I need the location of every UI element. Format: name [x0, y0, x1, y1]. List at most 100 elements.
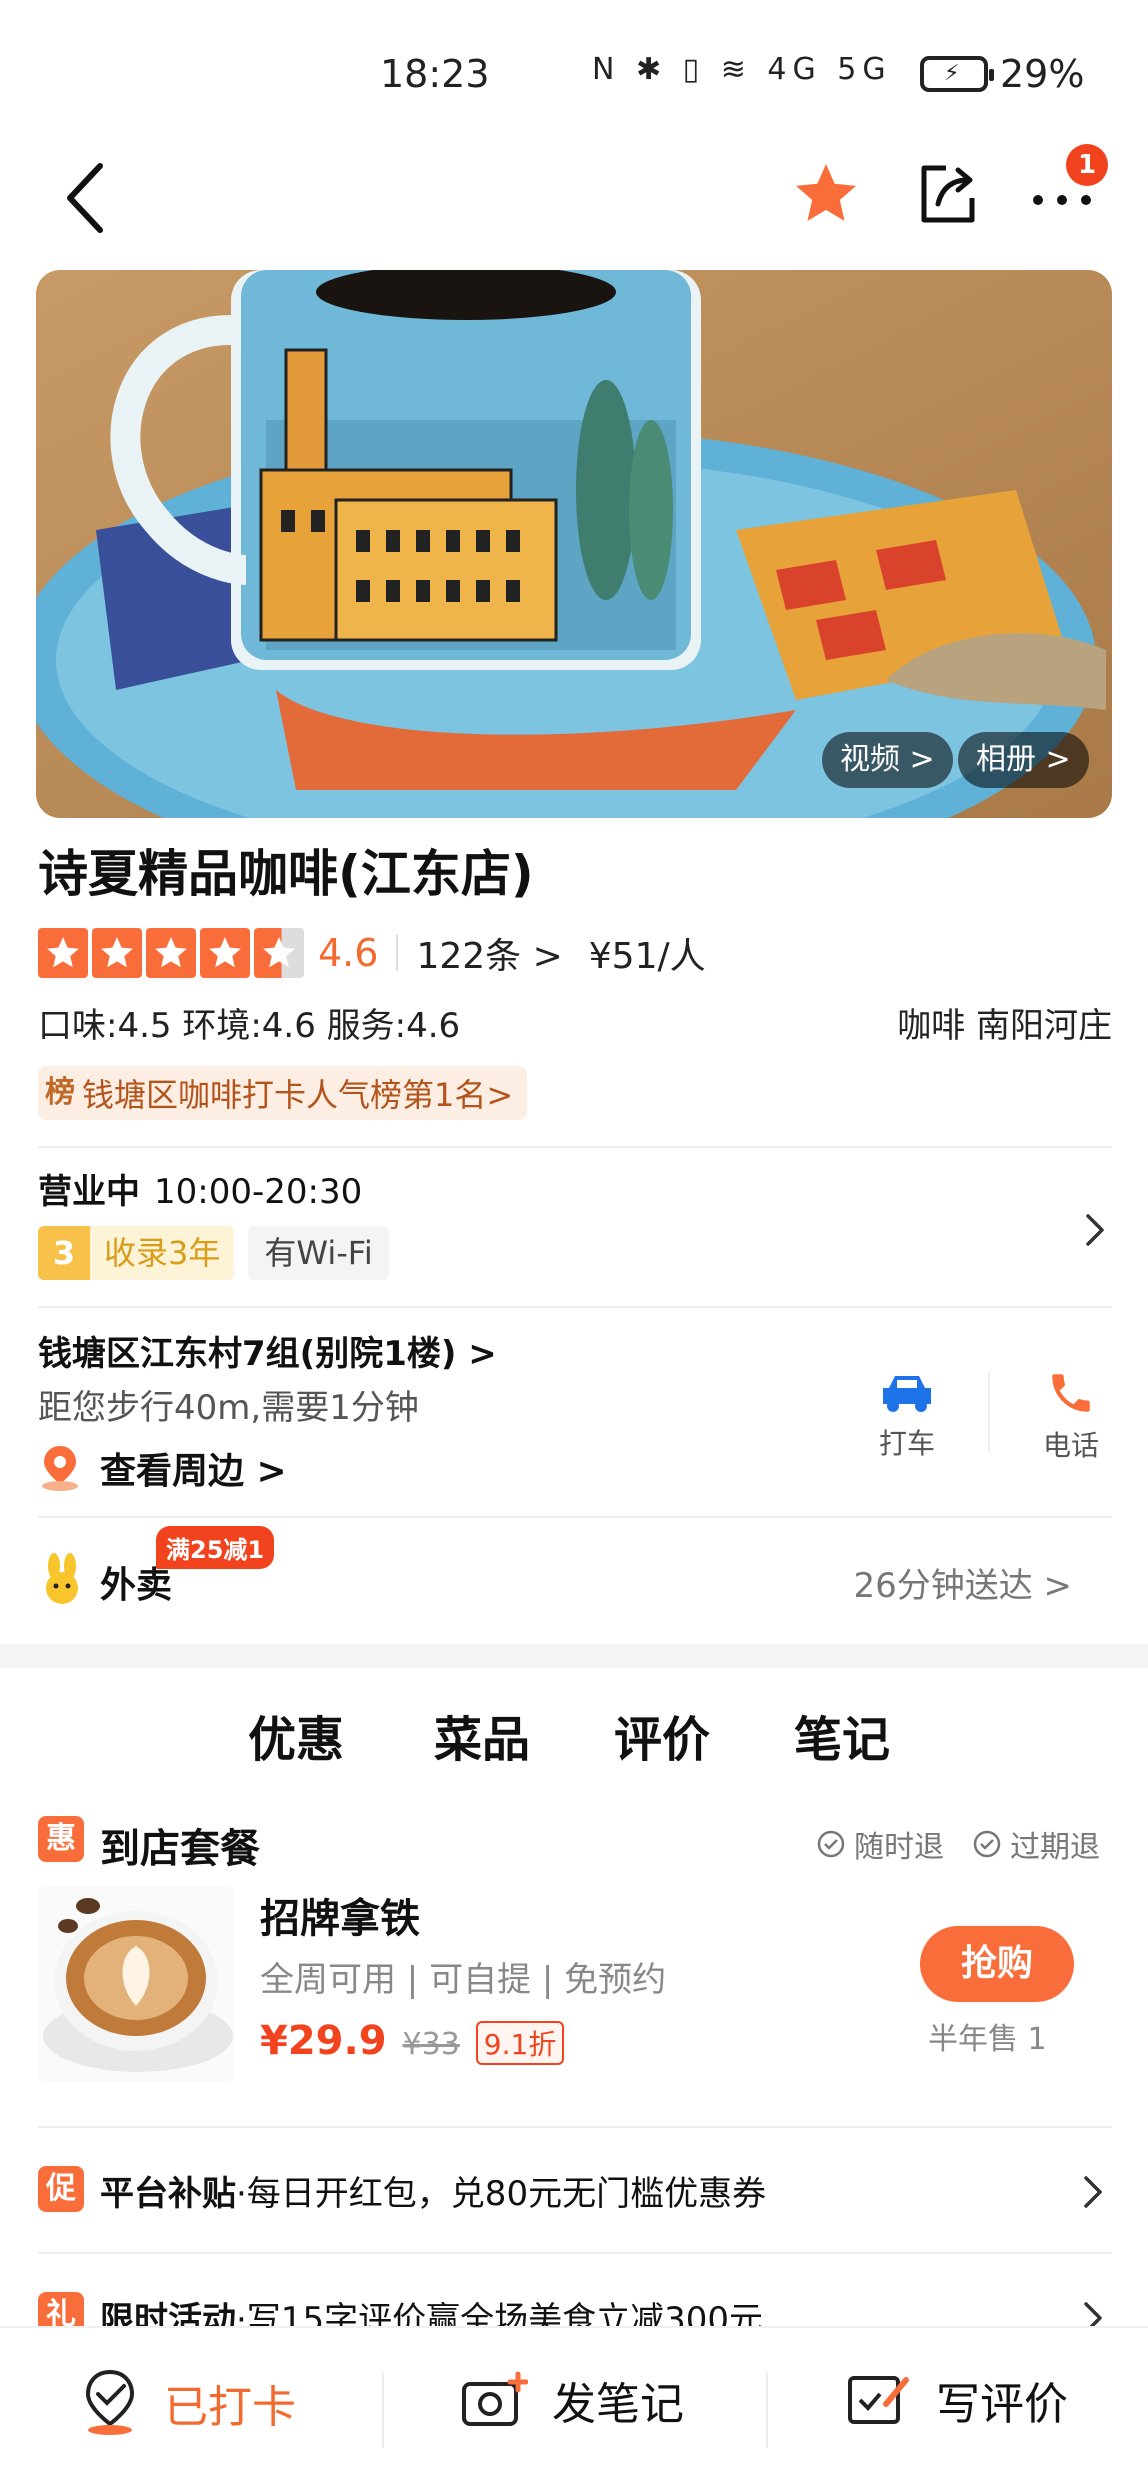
chevron-left-icon[interactable] — [56, 160, 116, 236]
share-icon[interactable] — [912, 158, 984, 230]
package-title: 到店套餐 — [100, 1826, 260, 1872]
tab-notes[interactable]: 笔记 — [794, 1700, 890, 1770]
buy-button[interactable]: 抢购 — [920, 1926, 1074, 2002]
star-icon — [92, 928, 142, 978]
delivery-row[interactable]: 外卖 满25减1 26分钟送达 > — [38, 1526, 1112, 1612]
promo-icon: 促 — [38, 2166, 84, 2212]
checkin-icon — [85, 2369, 135, 2435]
section-gap — [0, 1644, 1148, 1668]
post-note-button[interactable]: 发笔记 — [460, 2368, 684, 2432]
deal-price-row: ¥29.9 ¥33 9.1折 — [260, 2018, 565, 2065]
camera-plus-icon — [462, 2371, 528, 2426]
edit-review-icon — [848, 2376, 909, 2424]
latte-photo[interactable] — [38, 1886, 234, 2082]
status-icons: N ✱ ▯ ≋ 4G 5G — [592, 52, 892, 87]
tab-dishes[interactable]: 菜品 — [434, 1700, 530, 1770]
post-note-label: 发笔记 — [552, 2379, 684, 2430]
refund-anytime: 随时退 — [816, 1822, 944, 1866]
shop-name: 诗夏精品咖啡(江东店) — [38, 845, 534, 903]
car-icon — [883, 1376, 931, 1412]
battery-percent: 29% — [1000, 52, 1085, 96]
half-star-icon — [254, 928, 304, 978]
deal-price: ¥29.9 — [260, 2018, 387, 2064]
taxi-label: 打车 — [878, 1427, 935, 1460]
divider — [38, 1516, 1112, 1518]
star-icon[interactable] — [790, 158, 862, 230]
top-nav — [0, 140, 1148, 250]
write-review-label: 写评价 — [936, 2379, 1068, 2430]
years-text: 收录3年 — [104, 1234, 221, 1272]
phone-button[interactable]: 电话 — [1016, 1368, 1126, 1464]
star-icon — [146, 928, 196, 978]
review-count-link[interactable]: 122条 > — [416, 927, 562, 979]
phone-icon — [1052, 1374, 1090, 1412]
shop-photo[interactable]: 视频 > 相册 > — [36, 270, 1112, 818]
divider — [38, 1146, 1112, 1148]
years-tag: 3 收录3年 — [38, 1226, 235, 1280]
star-icon — [38, 928, 88, 978]
video-button[interactable]: 视频 > — [822, 732, 953, 788]
notification-badge: 1 — [1066, 144, 1108, 186]
taxi-button[interactable]: 打车 — [852, 1368, 962, 1462]
deal-name[interactable]: 招牌拿铁 — [260, 1886, 420, 1944]
feature-tags: 3 收录3年 有Wi-Fi — [38, 1226, 389, 1280]
business-hours[interactable]: 营业中 10:00-20:30 — [38, 1164, 362, 1213]
phone-label: 电话 — [1042, 1429, 1099, 1462]
promo-text: 平台补贴·每日开红包，兑80元无门槛优惠券 — [100, 2166, 766, 2215]
chevron-right-icon — [1084, 2176, 1102, 2208]
divider — [988, 1372, 990, 1452]
location-pin-icon — [42, 1446, 78, 1491]
promo-title: 平台补贴 — [100, 2174, 236, 2214]
checkin-button[interactable]: 已打卡 — [80, 2368, 296, 2438]
tab-discounts[interactable]: 优惠 — [248, 1700, 344, 1770]
discount-icon: 惠 — [38, 1816, 84, 1862]
promo-platform-subsidy[interactable]: 促 平台补贴·每日开红包，兑80元无门槛优惠券 — [38, 2160, 1112, 2220]
divider — [396, 935, 399, 971]
original-price: ¥33 — [402, 2027, 460, 2062]
divider — [766, 2372, 768, 2448]
album-button[interactable]: 相册 > — [958, 732, 1089, 788]
status-time: 18:23 — [380, 52, 490, 96]
rank-text: 钱塘区咖啡打卡人气榜第1名> — [82, 1076, 514, 1114]
chevron-right-icon[interactable] — [1084, 1212, 1106, 1248]
ranking-tag[interactable]: 榜 钱塘区咖啡打卡人气榜第1名> — [38, 1066, 528, 1120]
checkin-label: 已打卡 — [164, 2382, 296, 2433]
tab-reviews[interactable]: 评价 — [614, 1700, 710, 1770]
category-area[interactable]: 咖啡 南阳河庄 — [897, 998, 1112, 1047]
divider — [382, 2372, 384, 2448]
price-per-person: ¥51/人 — [588, 936, 706, 977]
rabbit-mascot-icon — [46, 1553, 78, 1604]
open-status: 营业中 — [38, 1172, 140, 1212]
address-link[interactable]: 钱塘区江东村7组(别院1楼) > — [38, 1326, 497, 1375]
promo-detail: ·每日开红包，兑80元无门槛优惠券 — [236, 2174, 767, 2214]
sold-count: 半年售 1 — [928, 2022, 1047, 2057]
refund-anytime-label: 随时退 — [854, 1830, 944, 1865]
battery-icon: ⚡ — [920, 56, 994, 92]
nearby-label: 查看周边 > — [100, 1451, 287, 1492]
content-tabs: 优惠 菜品 评价 笔记 — [0, 1690, 1148, 1790]
deal-description: 全周可用 | 可自提 | 免预约 — [260, 1960, 667, 2000]
nearby-link[interactable]: 查看周边 > — [38, 1442, 287, 1494]
wifi-tag: 有Wi-Fi — [248, 1226, 389, 1280]
hours-time: 10:00-20:30 — [154, 1172, 363, 1212]
refund-expired-label: 过期退 — [1010, 1830, 1100, 1865]
refund-expired: 过期退 — [972, 1822, 1100, 1866]
star-icon — [200, 928, 250, 978]
sub-scores: 口味:4.5 环境:4.6 服务:4.6 — [38, 1006, 461, 1046]
write-review-button[interactable]: 写评价 — [846, 2368, 1068, 2432]
discount-badge: 9.1折 — [475, 2021, 565, 2065]
check-circle-icon — [973, 1830, 1001, 1858]
divider — [38, 2126, 1112, 2128]
divider — [38, 2252, 1112, 2254]
rating-stars — [38, 928, 304, 978]
package-section-header: 惠 到店套餐 随时退 过期退 — [38, 1814, 1112, 1872]
check-circle-icon — [817, 1830, 845, 1858]
rating-score: 4.6 — [318, 931, 379, 975]
status-bar: 18:23 N ✱ ▯ ≋ 4G 5G ⚡ 29% — [0, 0, 1148, 140]
years-num: 3 — [38, 1226, 90, 1280]
rating-row: 4.6 122条 > ¥51/人 — [38, 928, 706, 978]
sub-scores-row: 口味:4.5 环境:4.6 服务:4.6 咖啡 南阳河庄 — [38, 998, 1112, 1048]
delivery-promo-badge: 满25减1 — [156, 1526, 275, 1569]
divider — [38, 1306, 1112, 1308]
delivery-time: 26分钟送达 > — [853, 1566, 1072, 1606]
